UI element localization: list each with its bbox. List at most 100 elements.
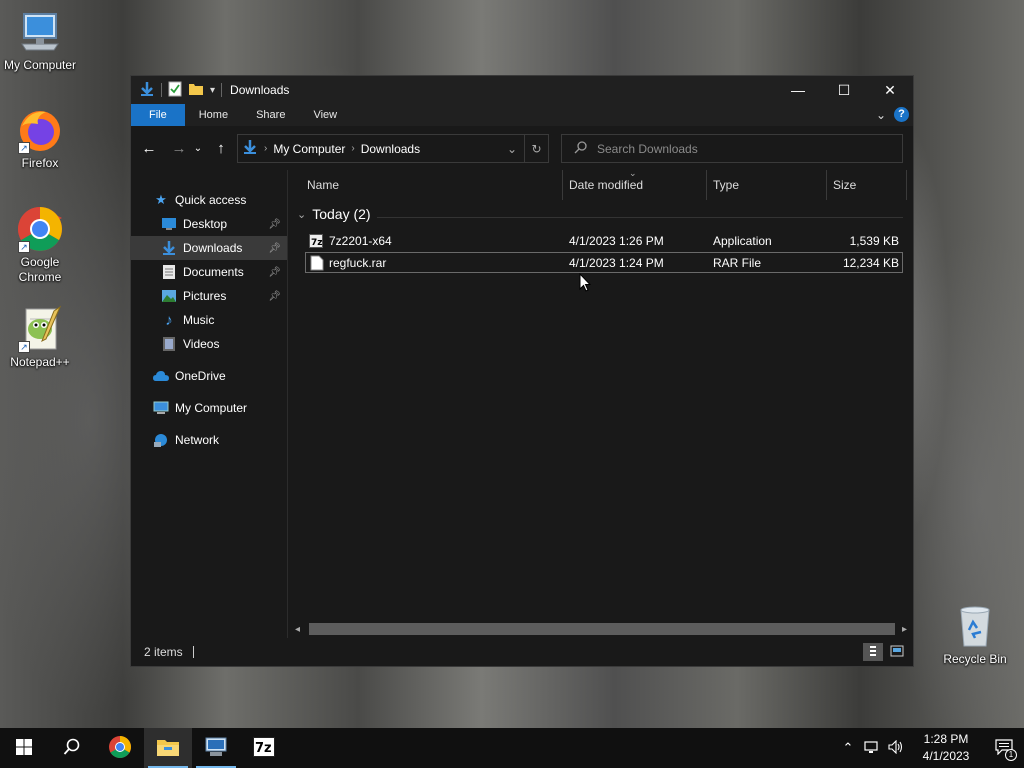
desktop-icon-recycle-bin[interactable]: Recycle Bin (935, 602, 1015, 667)
address-bar[interactable]: › My Computer › Downloads ⌄ ↻ (237, 134, 549, 163)
file-date: 4/1/2023 1:26 PM (569, 233, 664, 248)
details-view-icon (868, 645, 878, 660)
column-label: Name (307, 178, 340, 192)
file-size: 12,234 KB (842, 255, 899, 270)
notepadpp-icon: ↗ (16, 305, 64, 353)
recent-locations-button[interactable]: ⌄ (191, 136, 205, 160)
column-label: Date modified (569, 178, 644, 192)
taskbar-file-explorer[interactable] (144, 728, 192, 768)
documents-icon (161, 264, 177, 280)
refresh-button[interactable]: ↻ (524, 135, 548, 162)
videos-icon (161, 336, 177, 352)
nav-label: Music (183, 313, 215, 327)
taskbar-chrome[interactable] (96, 728, 144, 768)
show-hidden-icons-button[interactable]: ⌃ (836, 728, 860, 768)
close-button[interactable]: ✕ (867, 76, 913, 104)
network-manager-icon (204, 736, 228, 761)
pin-icon[interactable]: 📌︎ (268, 219, 281, 230)
address-history-button[interactable]: ⌄ (500, 135, 524, 162)
pin-icon[interactable]: 📌︎ (268, 267, 281, 278)
nav-pictures[interactable]: Pictures 📌︎ (131, 284, 287, 308)
scroll-left-icon[interactable]: ◂ (289, 621, 306, 638)
network-icon (864, 740, 880, 757)
scrollbar-thumb[interactable] (309, 623, 895, 635)
file-row[interactable]: 7z 7z2201-x64 4/1/2023 1:26 PM Applicati… (305, 231, 903, 252)
status-separator (192, 646, 194, 658)
column-size[interactable]: Size (827, 170, 907, 200)
svg-text:7z: 7z (311, 238, 323, 248)
separator (161, 83, 162, 97)
expand-ribbon-icon[interactable]: ⌄ (876, 108, 886, 122)
nav-label: OneDrive (175, 369, 226, 383)
file-row[interactable]: regfuck.rar 4/1/2023 1:24 PM RAR File 12… (305, 252, 903, 273)
breadcrumb-my-computer[interactable]: My Computer (267, 142, 351, 156)
search-input[interactable] (597, 141, 877, 156)
help-icon[interactable]: ? (894, 107, 909, 122)
pin-icon[interactable]: 📌︎ (268, 243, 281, 254)
desktop-icon-notepadpp[interactable]: ↗ Notepad++ (0, 305, 80, 370)
details-view-button[interactable] (863, 643, 883, 661)
action-center-button[interactable]: 1 (984, 728, 1024, 768)
taskbar-network-app[interactable] (192, 728, 240, 768)
application-file-icon: 7z (309, 231, 323, 250)
scroll-right-icon[interactable]: ▸ (896, 621, 913, 638)
tab-view[interactable]: View (299, 104, 351, 126)
nav-label: Desktop (183, 217, 228, 231)
volume-button[interactable] (884, 728, 908, 768)
nav-documents[interactable]: Documents 📌︎ (131, 260, 287, 284)
rar-file-icon (310, 253, 324, 272)
large-icons-view-button[interactable] (887, 643, 907, 661)
computer-icon (16, 8, 64, 56)
start-button[interactable] (0, 728, 48, 768)
system-tray: ⌃ 1:28 PM 4/1/2023 1 (836, 728, 1024, 768)
nav-desktop[interactable]: Desktop 📌︎ (131, 212, 287, 236)
recycle-bin-icon (951, 602, 999, 650)
column-type[interactable]: Type (707, 170, 827, 200)
shortcut-arrow-icon: ↗ (18, 241, 30, 253)
nav-network[interactable]: Network (131, 428, 287, 452)
file-date: 4/1/2023 1:24 PM (569, 255, 664, 270)
pin-icon[interactable]: 📌︎ (268, 291, 281, 302)
desktop-icon-chrome[interactable]: ↗ Google Chrome (0, 205, 80, 285)
desktop-icon-firefox[interactable]: ↗ Firefox (0, 106, 80, 171)
tab-file[interactable]: File (131, 104, 185, 126)
back-button[interactable]: ← (137, 136, 161, 160)
downloads-folder-icon (139, 81, 155, 100)
properties-icon[interactable] (168, 81, 182, 100)
file-type: Application (713, 233, 772, 248)
up-button[interactable]: ↑ (209, 136, 233, 160)
column-name[interactable]: Name (301, 170, 563, 200)
search-box[interactable] (561, 134, 903, 163)
tab-share[interactable]: Share (242, 104, 299, 126)
taskbar-search-button[interactable] (48, 728, 96, 768)
nav-onedrive[interactable]: OneDrive (131, 364, 287, 388)
nav-videos[interactable]: Videos (131, 332, 287, 356)
maximize-button[interactable]: ☐ (821, 76, 867, 104)
sort-indicator-icon: ⌄ (629, 168, 637, 178)
separator (221, 83, 223, 97)
nav-downloads[interactable]: Downloads 📌︎ (131, 236, 287, 260)
network-status-button[interactable] (860, 728, 884, 768)
tab-home[interactable]: Home (185, 104, 242, 126)
nav-my-computer[interactable]: My Computer (131, 396, 287, 420)
clock[interactable]: 1:28 PM 4/1/2023 (908, 731, 984, 765)
speaker-icon (888, 739, 904, 757)
nav-quick-access[interactable]: ★ Quick access (131, 188, 287, 212)
minimize-button[interactable]: — (775, 76, 821, 104)
taskbar: 7z ⌃ 1:28 PM 4/1/2023 1 (0, 728, 1024, 768)
desktop-icon-my-computer[interactable]: My Computer (0, 8, 80, 73)
title-bar[interactable]: ▾ Downloads — ☐ ✕ (131, 76, 913, 104)
clock-time: 1:28 PM (923, 732, 969, 746)
breadcrumb-downloads[interactable]: Downloads (355, 142, 426, 156)
refresh-icon: ↻ (531, 141, 542, 156)
nav-label: Quick access (175, 193, 247, 207)
horizontal-scrollbar[interactable]: ◂ ▸ (289, 621, 913, 638)
file-explorer-icon (156, 737, 180, 760)
customize-quick-access-icon[interactable]: ▾ (210, 85, 215, 96)
nav-label: Downloads (183, 241, 243, 255)
new-folder-icon[interactable] (188, 81, 204, 100)
taskbar-7zip[interactable]: 7z (240, 728, 288, 768)
nav-music[interactable]: ♪ Music (131, 308, 287, 332)
group-header[interactable]: ⌄ Today (2) (297, 206, 371, 222)
forward-button[interactable]: → (167, 136, 191, 160)
